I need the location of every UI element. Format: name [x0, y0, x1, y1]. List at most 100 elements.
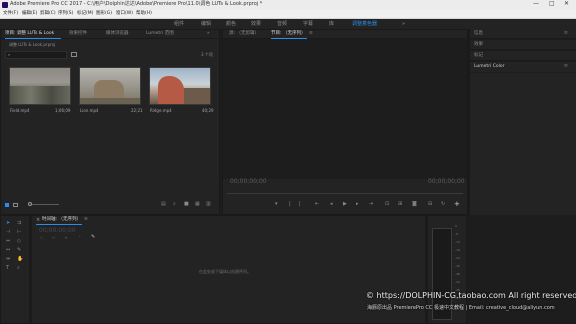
clip-thumbnail-ridge[interactable]: [149, 67, 211, 105]
step-back-icon[interactable]: ◂: [330, 202, 333, 207]
project-path: 调整 LUTs & Look.prproj: [9, 42, 56, 47]
clip-duration: 40;29: [202, 108, 214, 113]
lumetri-color-label: Lumetri Color: [474, 63, 505, 69]
timeline-settings-icon[interactable]: ⌃: [78, 236, 81, 240]
timeline-tabs: × 时间轴: （无序列） ≡: [32, 216, 425, 225]
menu-file[interactable]: 文件(F): [3, 11, 18, 17]
playhead-bar[interactable]: [227, 193, 463, 194]
snap-icon[interactable]: ⊂: [40, 236, 43, 240]
timeline-timecode[interactable]: 00;00;00;00: [39, 228, 76, 234]
slide-tool-icon[interactable]: ⇹: [6, 257, 10, 262]
markers-panel[interactable]: 标记: [470, 51, 576, 61]
lumetri-color-body: [470, 73, 576, 215]
add-marker-timeline-icon[interactable]: ▾: [65, 236, 67, 240]
selection-tool-icon[interactable]: ➤: [6, 221, 10, 226]
go-to-in-icon[interactable]: ⇤: [315, 202, 319, 207]
find-icon[interactable]: ⌕: [173, 202, 176, 207]
new-bin-icon[interactable]: [71, 52, 77, 57]
timeline-title[interactable]: 时间轴: （无序列）: [42, 217, 81, 223]
workspace-titles[interactable]: 字幕: [303, 21, 313, 27]
wrench-icon[interactable]: ✎: [91, 235, 95, 240]
mark-in-icon[interactable]: |: [289, 202, 291, 207]
button-editor-icon[interactable]: ↻: [441, 202, 445, 207]
menu-bar: 文件(F) 编辑(E) 剪辑(C) 序列(S) 标记(M) 图形(G) 窗口(W…: [0, 10, 576, 19]
new-bin-button-icon[interactable]: ■: [184, 202, 189, 207]
menu-marker[interactable]: 标记(M): [77, 11, 93, 17]
workspace-audio[interactable]: 音频: [277, 21, 287, 27]
menu-help[interactable]: 帮助(H): [136, 11, 152, 17]
info-panel[interactable]: 信息 ≡: [470, 29, 576, 39]
export-frame-icon[interactable]: ◙: [412, 202, 417, 207]
workspace-bar: 组件 编辑 颜色 效果 音频 字幕 库 调整着色器 »: [0, 19, 576, 29]
workspace-more-icon[interactable]: »: [402, 21, 405, 27]
lumetri-color-panel[interactable]: Lumetri Color ≡: [470, 62, 576, 72]
workspace-libraries[interactable]: 库: [329, 21, 334, 27]
zoom-slider-handle[interactable]: [28, 202, 32, 206]
list-view-icon[interactable]: [5, 203, 9, 207]
mark-out-icon[interactable]: |: [299, 202, 301, 207]
tab-effect-controls[interactable]: 效果控件: [69, 31, 87, 37]
workspace-editing[interactable]: 编辑: [201, 21, 211, 27]
timeline-menu-icon[interactable]: ≡: [84, 217, 88, 223]
slip-tool-icon[interactable]: ↔: [6, 248, 10, 253]
active-tab-underline: [36, 224, 82, 225]
tab-lumetri-scopes[interactable]: Lumetri 范围: [146, 31, 174, 37]
pen-tool-icon[interactable]: ✎: [17, 248, 21, 253]
hand-tool-icon[interactable]: ✋: [17, 257, 23, 262]
tab-project[interactable]: 项目: 调整 LUTs & Look: [5, 31, 54, 37]
tabs-more-icon[interactable]: »: [207, 31, 210, 37]
step-forward-icon[interactable]: ▸: [356, 202, 359, 207]
compare-view-icon[interactable]: ⊟: [428, 202, 432, 207]
premiere-logo-icon: [2, 2, 8, 8]
new-item-icon[interactable]: ▦: [195, 202, 200, 207]
clip-name: Field.mp4: [10, 108, 30, 113]
clip-thumbnail-lion[interactable]: [79, 67, 141, 105]
icon-view-icon[interactable]: [13, 203, 18, 207]
menu-edit[interactable]: 编辑(E): [22, 11, 37, 17]
track-select-tool-icon[interactable]: ⇉: [17, 221, 21, 226]
tab-program[interactable]: 节目: （无序列）: [271, 31, 305, 37]
menu-graphics[interactable]: 图形(G): [96, 11, 112, 17]
menu-clip[interactable]: 剪辑(C): [40, 11, 56, 17]
video-display: [223, 39, 467, 179]
razor-tool-icon[interactable]: ◇: [17, 239, 21, 244]
close-button[interactable]: ✕: [564, 1, 569, 7]
menu-window[interactable]: 窗口(W): [116, 11, 133, 17]
maximize-button[interactable]: □: [549, 1, 555, 7]
play-icon[interactable]: ▶: [343, 202, 347, 207]
window-title: Adobe Premiere Pro CC 2017 - C:\用户\Dolph…: [10, 1, 263, 7]
zoom-tool-icon[interactable]: ⌕: [17, 266, 20, 271]
add-button-icon[interactable]: +: [454, 201, 460, 208]
lift-icon[interactable]: ⊡: [385, 202, 389, 207]
extract-icon[interactable]: ⊞: [398, 202, 402, 207]
timecode-left[interactable]: 00;00;00;00: [230, 179, 267, 185]
clear-icon[interactable]: ▥: [206, 202, 211, 207]
minimize-button[interactable]: —: [533, 1, 539, 7]
type-tool-icon[interactable]: T: [6, 266, 9, 271]
tools-panel: ➤ ⇉ ⊣ ⊢ ⇔ ◇ ↔ ✎ ⇹ ✋ T ⌕: [0, 215, 30, 324]
rate-stretch-tool-icon[interactable]: ⇔: [6, 239, 10, 244]
workspace-active[interactable]: 调整着色器: [352, 21, 377, 27]
zoom-slider[interactable]: [29, 204, 59, 205]
automate-icon[interactable]: ▤: [161, 202, 166, 207]
ripple-edit-tool-icon[interactable]: ⊣: [6, 230, 10, 235]
add-marker-icon[interactable]: ▾: [275, 202, 278, 207]
workspace-assembly[interactable]: 组件: [174, 21, 184, 27]
tab-source[interactable]: 源: （无剪辑）: [229, 31, 259, 37]
effects-panel[interactable]: 效果: [470, 40, 576, 50]
monitor-menu-icon[interactable]: ≡: [309, 31, 313, 37]
copyright-watermark: © https://DOLPHIN-CG.taobao.com All righ…: [366, 291, 576, 300]
info-panel-menu-icon[interactable]: ≡: [564, 30, 568, 36]
menu-sequence[interactable]: 序列(S): [58, 11, 73, 17]
lumetri-color-menu-icon[interactable]: ≡: [564, 63, 568, 69]
linked-selection-icon[interactable]: ∩: [52, 236, 55, 240]
timeline-close-icon[interactable]: ×: [36, 218, 40, 223]
workspace-color[interactable]: 颜色: [226, 21, 236, 27]
tab-media-browser[interactable]: 媒体浏览器: [106, 31, 129, 37]
go-to-out-icon[interactable]: ⇥: [369, 202, 373, 207]
rolling-edit-tool-icon[interactable]: ⊢: [17, 230, 21, 235]
clip-duration: 22;21: [131, 108, 143, 113]
workspace-effects[interactable]: 效果: [251, 21, 261, 27]
search-input[interactable]: ⌕: [5, 51, 67, 59]
clip-thumbnail-field[interactable]: [9, 67, 71, 105]
